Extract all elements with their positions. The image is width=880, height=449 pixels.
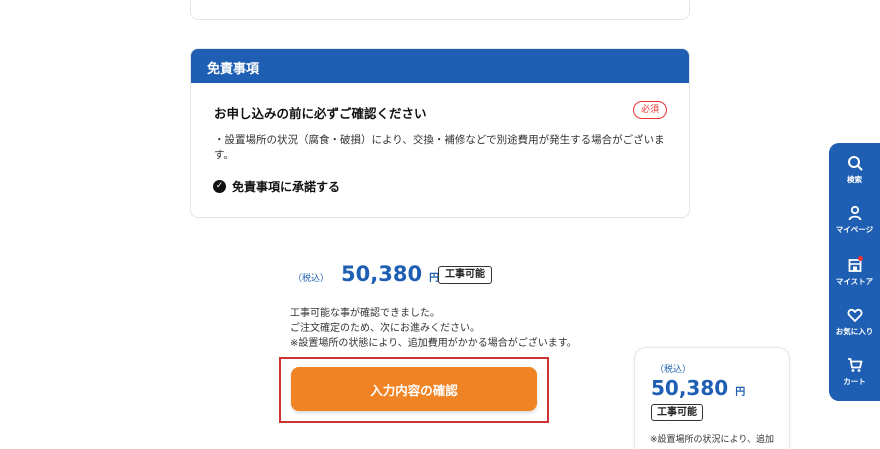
price-value: 50,380 (341, 262, 423, 286)
confirmation-notes: 工事可能な事が確認できました。 ご注文確定のため、次にお進みください。 ※設置場… (290, 306, 577, 351)
note-line: ※設置場所の状態により、追加費用がかかる場合がございます。 (290, 338, 577, 349)
side-note: ※設置場所の状況により、追加 (650, 435, 775, 445)
floating-nav: 検索 マイページ マイストア お気に入り カート (829, 143, 880, 401)
price-display: （税込） 50,380 円 (293, 262, 439, 286)
nav-label: 検索 (847, 175, 862, 184)
disclaimer-heading: 免責事項 (191, 49, 689, 83)
side-price-display: 50,380 円 (651, 376, 745, 400)
tax-label: （税込） (293, 274, 330, 284)
nav-mypage[interactable]: マイページ (829, 205, 880, 235)
nav-label: お気に入り (835, 327, 874, 336)
side-yen-unit: 円 (735, 387, 746, 398)
check-circle-icon: ✓ (213, 180, 226, 193)
disclaimer-card: 免責事項 お申し込みの前に必ずご確認ください 必須 ・設置場所の状況（腐食・破損… (190, 48, 690, 218)
nav-label: マイストア (835, 277, 874, 286)
cart-icon (847, 358, 862, 372)
previous-card (190, 0, 690, 20)
agree-checkbox[interactable]: ✓ 免責事項に承諾する (213, 178, 340, 195)
user-icon (848, 205, 861, 221)
notification-dot (858, 256, 863, 261)
search-icon (847, 156, 862, 171)
heart-icon (847, 308, 862, 322)
side-construction-badge: 工事可能 (651, 404, 703, 421)
agree-label: 免責事項に承諾する (232, 180, 341, 194)
nav-label: カート (843, 377, 866, 386)
note-line: ご注文確定のため、次にお進みください。 (290, 323, 480, 334)
side-price-value: 50,380 (651, 376, 729, 400)
side-price-card: （税込） 50,380 円 工事可能 ※設置場所の状況により、追加 (634, 347, 790, 449)
nav-cart[interactable]: カート (829, 357, 880, 387)
construction-available-badge: 工事可能 (438, 266, 492, 284)
required-badge: 必須 (633, 101, 667, 119)
note-line: 工事可能な事が確認できました。 (290, 308, 440, 319)
nav-label: マイページ (835, 225, 874, 234)
nav-favorites[interactable]: お気に入り (829, 307, 880, 337)
disclaimer-text: ・設置場所の状況（腐食・破損）により、交換・補修などで別途費用が発生する場合がご… (214, 134, 665, 161)
side-tax-label: （税込） (655, 365, 692, 375)
nav-mystore[interactable]: マイストア (829, 256, 880, 287)
confirm-input-button[interactable]: 入力内容の確認 (291, 367, 537, 411)
disclaimer-title: お申し込みの前に必ずご確認ください (214, 106, 427, 121)
nav-search[interactable]: 検索 (829, 155, 880, 185)
